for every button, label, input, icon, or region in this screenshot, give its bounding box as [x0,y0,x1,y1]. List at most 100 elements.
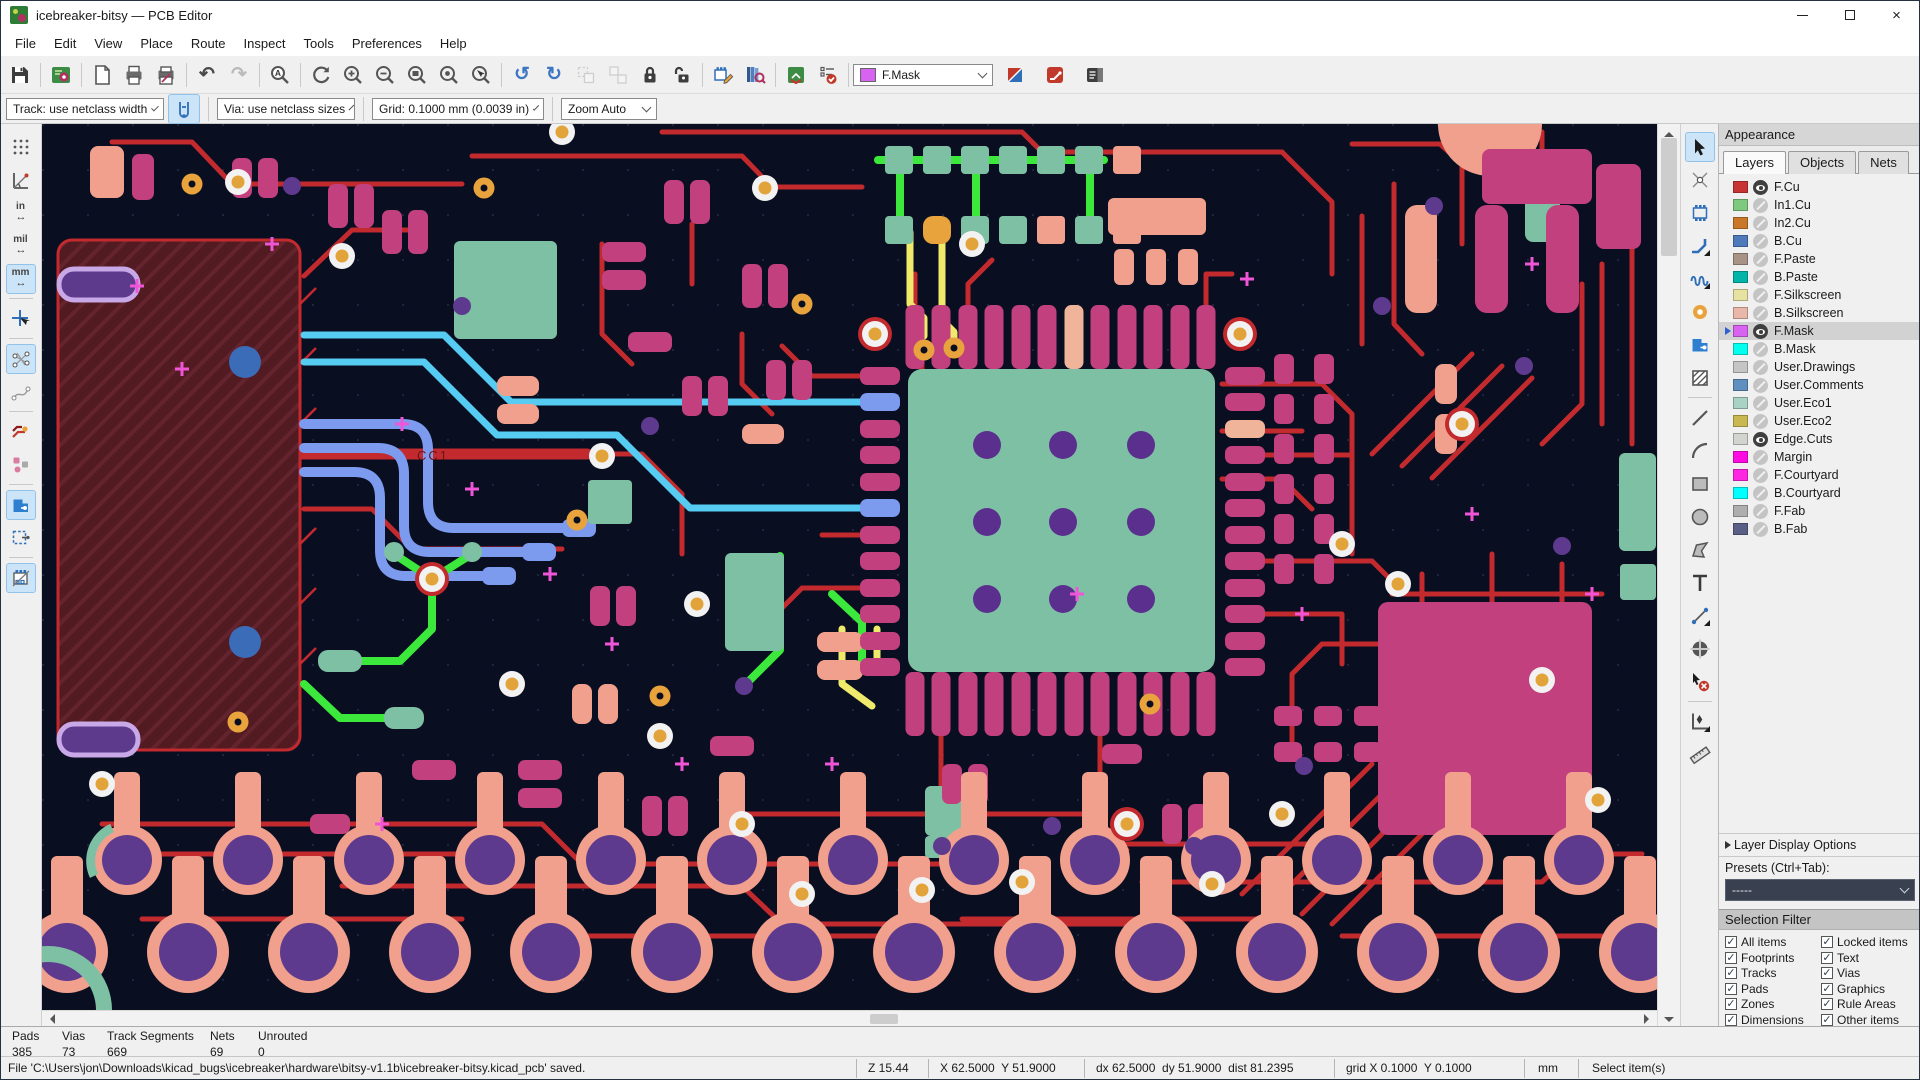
checkbox-icon[interactable]: ✓ [1821,998,1833,1010]
layer-color-swatch[interactable] [1733,397,1748,409]
checkbox-icon[interactable]: ✓ [1725,1013,1737,1026]
scroll-right-arrow[interactable] [1644,1013,1654,1024]
properties-panel-button[interactable] [1079,60,1111,90]
layer-visibility-eye-icon[interactable] [1753,377,1768,393]
checkbox-icon[interactable]: ✓ [1725,967,1737,979]
layer-visibility-eye-icon[interactable] [1753,503,1768,519]
tab-objects[interactable]: Objects [1788,151,1857,174]
filter-other-items[interactable]: ✓ Other items [1821,1013,1917,1027]
layer-visibility-eye-icon[interactable] [1753,467,1768,483]
pcb-drawing[interactable]: CC1 [42,124,1657,1010]
show-ratsnest-button[interactable] [5,343,36,374]
track-width-select[interactable]: Track: use netclass width [6,97,164,120]
layer-row-f-paste[interactable]: F.Paste [1719,250,1920,268]
set-origin-button[interactable] [1685,707,1715,737]
menu-edit[interactable]: Edit [45,33,85,54]
layer-color-swatch[interactable] [1733,487,1748,499]
local-ratsnest-button[interactable] [1685,165,1715,195]
layer-visibility-eye-icon[interactable] [1753,215,1768,231]
vertical-scroll-thumb[interactable] [1661,138,1677,256]
layer-color-swatch[interactable] [1733,415,1748,427]
pcb-canvas[interactable]: CC1 [42,124,1657,1010]
minimize-button[interactable] [1779,0,1826,30]
layer-row-user-eco1[interactable]: User.Eco1 [1719,394,1920,412]
menu-help[interactable]: Help [431,33,476,54]
layer-row-f-mask[interactable]: F.Mask [1719,322,1920,340]
layer-color-swatch[interactable] [1733,253,1748,265]
layer-color-swatch[interactable] [1733,361,1748,373]
layer-visibility-eye-icon[interactable] [1753,485,1768,501]
filter-text[interactable]: ✓ Text [1821,951,1917,965]
center-ic-fpga[interactable] [860,305,1265,736]
toggle-grid-button[interactable] [6,132,36,162]
group-button[interactable] [570,60,602,90]
add-zone-button[interactable] [1685,330,1715,360]
layer-color-swatch[interactable] [1733,451,1748,463]
crosshair-cursor-button[interactable] [6,304,36,334]
place-via-button[interactable] [1685,297,1715,327]
add-text-button[interactable] [1685,568,1715,598]
layer-color-swatch[interactable] [1733,235,1748,247]
layer-row-user-comments[interactable]: User.Comments [1719,376,1920,394]
design-rules-check-button[interactable] [812,60,844,90]
layer-color-swatch[interactable] [1733,469,1748,481]
curved-ratsnest-button[interactable] [6,377,36,407]
layer-row-b-fab[interactable]: B.Fab [1719,520,1920,538]
menu-view[interactable]: View [85,33,131,54]
units-millimeters-button[interactable]: mm ↔ [5,263,36,294]
add-target-button[interactable] [1685,634,1715,664]
presets-select[interactable]: ----- [1725,878,1915,901]
page-settings-button[interactable] [86,60,118,90]
pad-display-mode-button[interactable] [6,450,36,480]
library-browser-button[interactable] [739,60,771,90]
footprint-editor-button[interactable] [707,60,739,90]
filter-footprints[interactable]: ✓ Footprints [1725,951,1821,965]
layer-visibility-eye-icon[interactable] [1753,359,1768,375]
zoom-fit-button[interactable] [401,60,433,90]
draw-arc-button[interactable] [1685,436,1715,466]
units-inches-button[interactable]: in ↔ [6,198,36,228]
layer-row-b-mask[interactable]: B.Mask [1719,340,1920,358]
layer-color-swatch[interactable] [1733,379,1748,391]
layer-color-swatch[interactable] [1733,433,1748,445]
layer-visibility-eye-icon[interactable] [1753,323,1768,339]
zoom-out-button[interactable] [369,60,401,90]
menu-preferences[interactable]: Preferences [343,33,431,54]
layer-row-user-drawings[interactable]: User.Drawings [1719,358,1920,376]
zoom-in-button[interactable] [337,60,369,90]
zoom-select[interactable]: Zoom Auto [561,97,657,120]
measure-tool-button[interactable] [1685,740,1715,770]
delete-tool-button[interactable] [1685,667,1715,697]
close-button[interactable]: × [1873,0,1920,30]
layer-color-swatch[interactable] [1733,343,1748,355]
draw-polygon-button[interactable] [1685,535,1715,565]
layer-color-swatch[interactable] [1733,181,1748,193]
scroll-left-arrow[interactable] [45,1013,55,1024]
filter-rule-areas[interactable]: ✓ Rule Areas [1821,997,1917,1011]
checkbox-icon[interactable]: ✓ [1821,982,1833,995]
layer-visibility-eye-icon[interactable] [1753,521,1768,537]
checkbox-icon[interactable]: ✓ [1725,951,1737,964]
checkbox-icon[interactable]: ✓ [1725,936,1737,948]
filter-all-items[interactable]: ✓ All items [1725,935,1821,949]
filter-locked-items[interactable]: ✓ Locked items [1821,935,1917,949]
layer-color-swatch[interactable] [1733,199,1748,211]
layer-row-b-silkscreen[interactable]: B.Silkscreen [1719,304,1920,322]
menu-tools[interactable]: Tools [294,33,342,54]
layer-visibility-eye-icon[interactable] [1753,233,1768,249]
layer-visibility-eye-icon[interactable] [1753,413,1768,429]
tune-length-button[interactable] [1685,264,1715,294]
add-rule-area-button[interactable] [1685,363,1715,393]
print-button[interactable] [118,60,150,90]
layer-row-in1-cu[interactable]: In1.Cu [1719,196,1920,214]
checkbox-icon[interactable]: ✓ [1821,967,1833,979]
undo-button[interactable]: ↶ [191,60,223,90]
menu-file[interactable]: File [6,33,45,54]
lock-button[interactable] [634,60,666,90]
layer-row-f-courtyard[interactable]: F.Courtyard [1719,466,1920,484]
usb-connector-zone[interactable] [56,238,317,758]
checkbox-icon[interactable]: ✓ [1725,998,1737,1010]
filter-tracks[interactable]: ✓ Tracks [1725,966,1821,980]
draw-rectangle-button[interactable] [1685,469,1715,499]
layer-row-f-cu[interactable]: F.Cu [1719,178,1920,196]
